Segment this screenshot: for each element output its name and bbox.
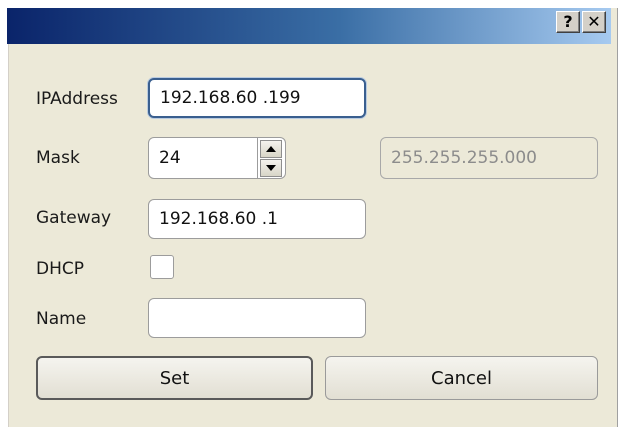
ip-address-label: IPAddress — [36, 89, 118, 109]
triangle-down-icon — [266, 165, 276, 171]
help-button[interactable]: ? — [556, 11, 580, 33]
dhcp-label: DHCP — [36, 259, 84, 279]
mask-input[interactable]: 24 — [148, 137, 258, 179]
mask-spin-buttons — [258, 137, 286, 179]
triangle-up-icon — [266, 146, 276, 152]
set-button[interactable]: Set — [36, 356, 313, 400]
name-input[interactable] — [148, 298, 366, 338]
mask-increment-button[interactable] — [260, 140, 282, 158]
cancel-button[interactable]: Cancel — [325, 356, 598, 400]
mask-display-field: 255.255.255.000 — [380, 137, 598, 179]
gateway-input[interactable]: 192.168.60 .1 — [148, 199, 366, 239]
mask-spinbox[interactable]: 24 — [148, 137, 286, 179]
title-bar[interactable]: ? ✕ — [7, 8, 611, 44]
dhcp-checkbox[interactable] — [150, 255, 174, 279]
mask-decrement-button[interactable] — [260, 159, 282, 177]
mask-label: Mask — [36, 148, 80, 168]
name-label: Name — [36, 309, 87, 329]
ip-address-input[interactable]: 192.168.60 .199 — [148, 78, 366, 118]
close-button[interactable]: ✕ — [582, 11, 606, 33]
gateway-label: Gateway — [36, 208, 112, 228]
